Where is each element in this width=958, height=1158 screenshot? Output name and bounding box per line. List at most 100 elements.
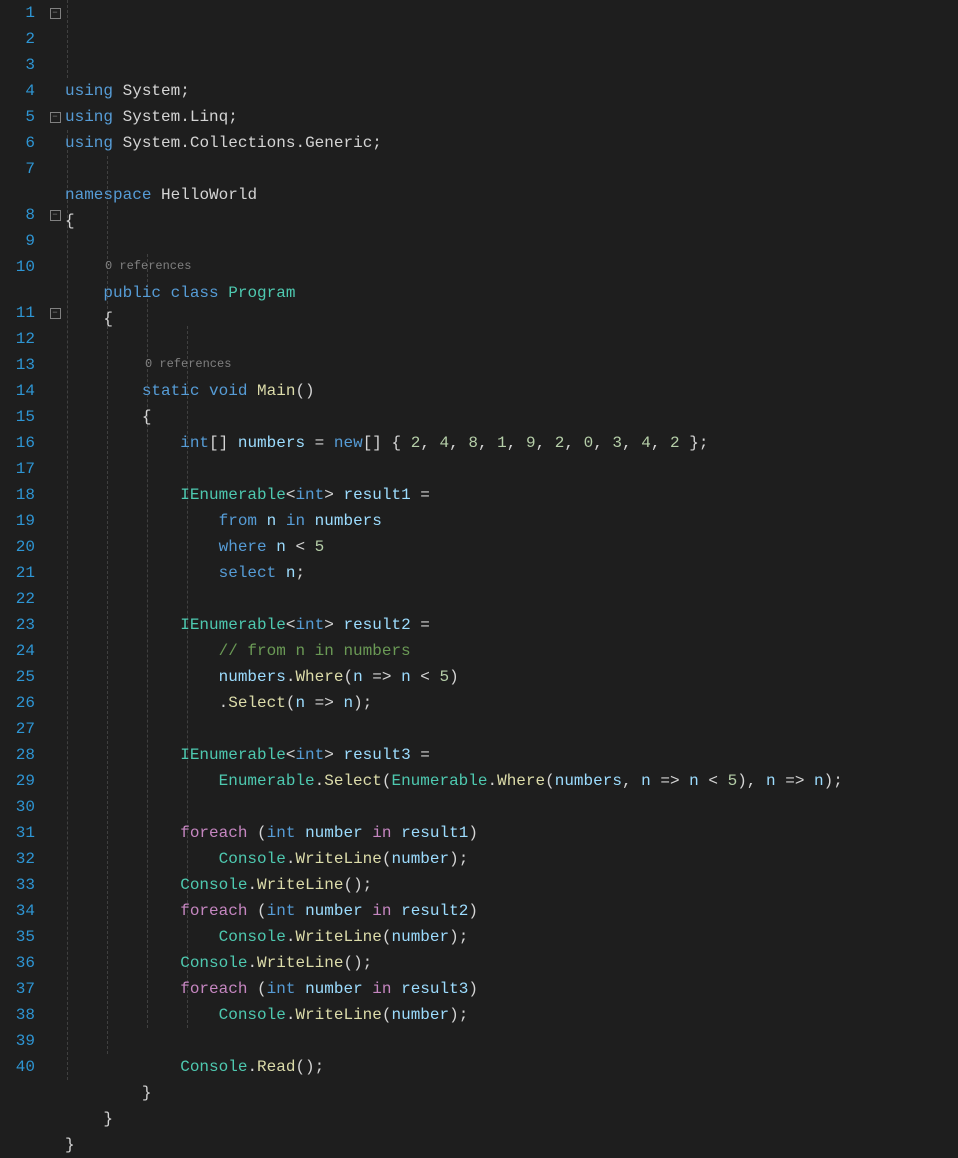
- fold-cell: [45, 664, 65, 690]
- fold-toggle-icon[interactable]: −: [50, 210, 61, 221]
- code-line[interactable]: from n in numbers: [65, 508, 958, 534]
- fold-cell: [45, 456, 65, 482]
- code-line[interactable]: {: [65, 306, 958, 332]
- line-number: 31: [0, 820, 35, 846]
- fold-cell: [45, 1054, 65, 1080]
- line-number: 17: [0, 456, 35, 482]
- code-line[interactable]: IEnumerable<int> result3 =: [65, 742, 958, 768]
- line-number: 16: [0, 430, 35, 456]
- fold-cell: [45, 638, 65, 664]
- code-line[interactable]: public class Program0 references: [65, 280, 958, 306]
- code-line[interactable]: select n;: [65, 560, 958, 586]
- line-number: 32: [0, 846, 35, 872]
- code-line[interactable]: Console.Read();: [65, 1054, 958, 1080]
- line-number: 37: [0, 976, 35, 1002]
- code-line[interactable]: [65, 716, 958, 742]
- fold-cell: [45, 78, 65, 104]
- fold-toggle-icon[interactable]: −: [50, 308, 61, 319]
- line-number: 35: [0, 924, 35, 950]
- fold-cell: [45, 924, 65, 950]
- code-line[interactable]: }: [65, 1080, 958, 1106]
- code-line[interactable]: foreach (int number in result1): [65, 820, 958, 846]
- code-line[interactable]: IEnumerable<int> result1 =: [65, 482, 958, 508]
- code-line[interactable]: where n < 5: [65, 534, 958, 560]
- code-line[interactable]: Console.WriteLine();: [65, 950, 958, 976]
- fold-cell: [45, 378, 65, 404]
- code-line[interactable]: Console.WriteLine();: [65, 872, 958, 898]
- fold-cell: [45, 26, 65, 52]
- code-line[interactable]: using System.Collections.Generic;: [65, 130, 958, 156]
- line-number: 2: [0, 26, 35, 52]
- line-number: 23: [0, 612, 35, 638]
- code-line[interactable]: Enumerable.Select(Enumerable.Where(numbe…: [65, 768, 958, 794]
- code-line[interactable]: }: [65, 1106, 958, 1132]
- code-line[interactable]: int[] numbers = new[] { 2, 4, 8, 1, 9, 2…: [65, 430, 958, 456]
- fold-cell: [45, 404, 65, 430]
- code-line[interactable]: foreach (int number in result3): [65, 976, 958, 1002]
- code-line[interactable]: // from n in numbers: [65, 638, 958, 664]
- codelens-class[interactable]: 0 references: [105, 260, 191, 272]
- fold-cell[interactable]: −: [45, 0, 65, 26]
- line-number: 12: [0, 326, 35, 352]
- code-line[interactable]: using System.Linq;: [65, 104, 958, 130]
- line-number: 15: [0, 404, 35, 430]
- line-number: 11: [0, 300, 35, 326]
- code-line[interactable]: [65, 332, 958, 358]
- fold-column[interactable]: − − − −: [45, 0, 65, 1158]
- code-line[interactable]: Console.WriteLine(number);: [65, 846, 958, 872]
- line-number: 28: [0, 742, 35, 768]
- fold-cell: [45, 716, 65, 742]
- code-line[interactable]: [65, 1028, 958, 1054]
- line-number: 29: [0, 768, 35, 794]
- code-line[interactable]: foreach (int number in result2): [65, 898, 958, 924]
- line-number: 33: [0, 872, 35, 898]
- fold-cell: [45, 950, 65, 976]
- fold-cell[interactable]: −: [45, 104, 65, 130]
- code-line[interactable]: {: [65, 404, 958, 430]
- fold-cell[interactable]: −: [45, 300, 65, 326]
- line-number: 7: [0, 156, 35, 182]
- fold-cell: [45, 898, 65, 924]
- fold-cell: [45, 976, 65, 1002]
- code-line[interactable]: namespace HelloWorld: [65, 182, 958, 208]
- line-number: 27: [0, 716, 35, 742]
- fold-cell: [45, 352, 65, 378]
- line-number: 10: [0, 254, 35, 280]
- code-line[interactable]: [65, 586, 958, 612]
- fold-toggle-icon[interactable]: −: [50, 8, 61, 19]
- line-number: 3: [0, 52, 35, 78]
- codelens-main[interactable]: 0 references: [145, 358, 231, 370]
- line-number: 24: [0, 638, 35, 664]
- line-number: 8: [0, 202, 35, 228]
- fold-cell: [45, 508, 65, 534]
- line-number: 40: [0, 1054, 35, 1080]
- line-number: 26: [0, 690, 35, 716]
- code-line[interactable]: Console.WriteLine(number);: [65, 924, 958, 950]
- code-area[interactable]: using System;using System.Linq;using Sys…: [65, 0, 958, 1158]
- fold-cell: [45, 560, 65, 586]
- fold-cell: [45, 690, 65, 716]
- fold-cell[interactable]: −: [45, 202, 65, 228]
- fold-cell: [45, 156, 65, 182]
- fold-cell: [45, 52, 65, 78]
- code-line[interactable]: }: [65, 1132, 958, 1158]
- code-line[interactable]: [65, 456, 958, 482]
- code-line[interactable]: [65, 794, 958, 820]
- code-line[interactable]: numbers.Where(n => n < 5): [65, 664, 958, 690]
- code-line[interactable]: using System;: [65, 78, 958, 104]
- fold-toggle-icon[interactable]: −: [50, 112, 61, 123]
- code-line[interactable]: .Select(n => n);: [65, 690, 958, 716]
- code-editor[interactable]: 1234567891011121314151617181920212223242…: [0, 0, 958, 1158]
- code-line[interactable]: IEnumerable<int> result2 =: [65, 612, 958, 638]
- fold-cell: [45, 794, 65, 820]
- fold-cell: [45, 586, 65, 612]
- line-number: 13: [0, 352, 35, 378]
- line-number: 18: [0, 482, 35, 508]
- code-line[interactable]: [65, 156, 958, 182]
- code-line[interactable]: static void Main()0 references: [65, 378, 958, 404]
- code-line[interactable]: {: [65, 208, 958, 234]
- code-line[interactable]: Console.WriteLine(number);: [65, 1002, 958, 1028]
- fold-cell: [45, 130, 65, 156]
- fold-cell: [45, 820, 65, 846]
- code-line[interactable]: [65, 234, 958, 260]
